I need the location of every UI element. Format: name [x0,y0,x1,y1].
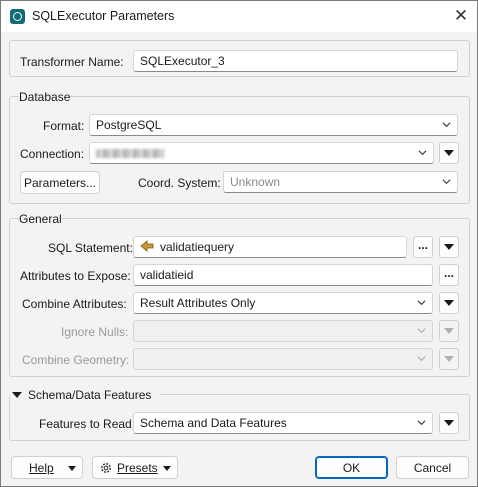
fme-app-icon [10,9,25,24]
ignore-nulls-menu-button[interactable] [439,320,459,342]
parameters-button[interactable]: Parameters... [20,171,100,194]
redacted-connection-name [96,149,164,158]
ignore-nulls-label: Ignore Nulls: [61,325,129,339]
combine-geometry-menu-button[interactable] [439,348,459,370]
features-to-read-value: Schema and Data Features [140,416,287,430]
chevron-down-icon [417,328,426,334]
triangle-down-icon [444,328,454,334]
close-icon: ✕ [453,6,469,25]
database-group-label: Database [19,90,71,104]
connection-select[interactable] [89,142,434,164]
gear-icon [101,462,111,473]
format-value: PostgreSQL [96,118,162,132]
format-select[interactable]: PostgreSQL [89,114,458,136]
sql-statement-menu-button[interactable] [439,236,459,258]
triangle-down-icon [444,356,454,362]
schema-data-group-label: Schema/Data Features [28,388,152,402]
close-button[interactable]: ✕ [449,5,473,27]
ok-button[interactable]: OK [315,456,388,479]
triangle-down-icon [444,244,454,250]
attributes-to-expose-edit-button[interactable]: ... [439,264,459,286]
sql-arrow-icon [140,240,154,253]
attributes-to-expose-label: Attributes to Expose: [20,269,131,283]
features-to-read-menu-button[interactable] [439,412,459,434]
chevron-down-icon [418,150,427,156]
combine-geometry-label: Combine Geometry: [22,353,130,367]
chevron-down-icon [417,420,426,426]
coord-system-select[interactable]: Unknown [223,171,458,193]
triangle-down-icon [163,466,171,471]
features-to-read-select[interactable]: Schema and Data Features [133,412,433,434]
chevron-down-icon [417,300,426,306]
triangle-down-icon [444,150,454,156]
general-group-label: General [19,212,62,226]
transformer-name-label: Transformer Name: [20,55,124,69]
ellipsis-icon: ... [443,266,454,280]
combine-attributes-select[interactable]: Result Attributes Only [133,292,433,314]
coord-system-label: Coord. System: [138,176,221,190]
transformer-name-input[interactable]: SQLExecutor_3 [133,50,458,72]
triangle-down-icon [444,300,454,306]
sql-statement-value: validatiequery [160,240,235,254]
cancel-button[interactable]: Cancel [396,456,469,479]
title-bar: SQLExecutor Parameters ✕ [1,1,477,32]
help-button-label: Help [29,460,54,475]
triangle-down-icon [444,420,454,426]
presets-button-label: Presets [117,460,158,475]
chevron-down-icon [442,179,451,185]
presets-button[interactable]: Presets [92,456,178,479]
ellipsis-icon: ... [417,238,428,252]
features-to-read-label: Features to Read: [39,417,136,431]
format-label: Format: [43,119,85,133]
coord-system-value: Unknown [230,175,281,189]
help-button[interactable]: Help [11,456,83,479]
combine-geometry-select[interactable] [133,348,433,370]
triangle-down-icon [68,466,76,471]
collapse-triangle-icon [12,392,22,398]
dialog-window: SQLExecutor Parameters ✕ Transformer Nam… [0,0,478,487]
schema-data-collapse-toggle[interactable]: Schema/Data Features [10,388,160,404]
sql-statement-field[interactable]: validatiequery [133,236,407,258]
connection-label: Connection: [20,147,85,161]
connection-menu-button[interactable] [439,142,459,164]
chevron-down-icon [417,356,426,362]
combine-attributes-label: Combine Attributes: [22,297,127,311]
ignore-nulls-select[interactable] [133,320,433,342]
sql-statement-label: SQL Statement: [48,241,133,255]
sql-statement-edit-button[interactable]: ... [413,236,433,258]
attributes-to-expose-field[interactable]: validatieid [133,264,433,286]
chevron-down-icon [442,122,451,128]
combine-attributes-menu-button[interactable] [439,292,459,314]
window-title: SQLExecutor Parameters [32,9,175,23]
combine-attributes-value: Result Attributes Only [140,296,256,310]
